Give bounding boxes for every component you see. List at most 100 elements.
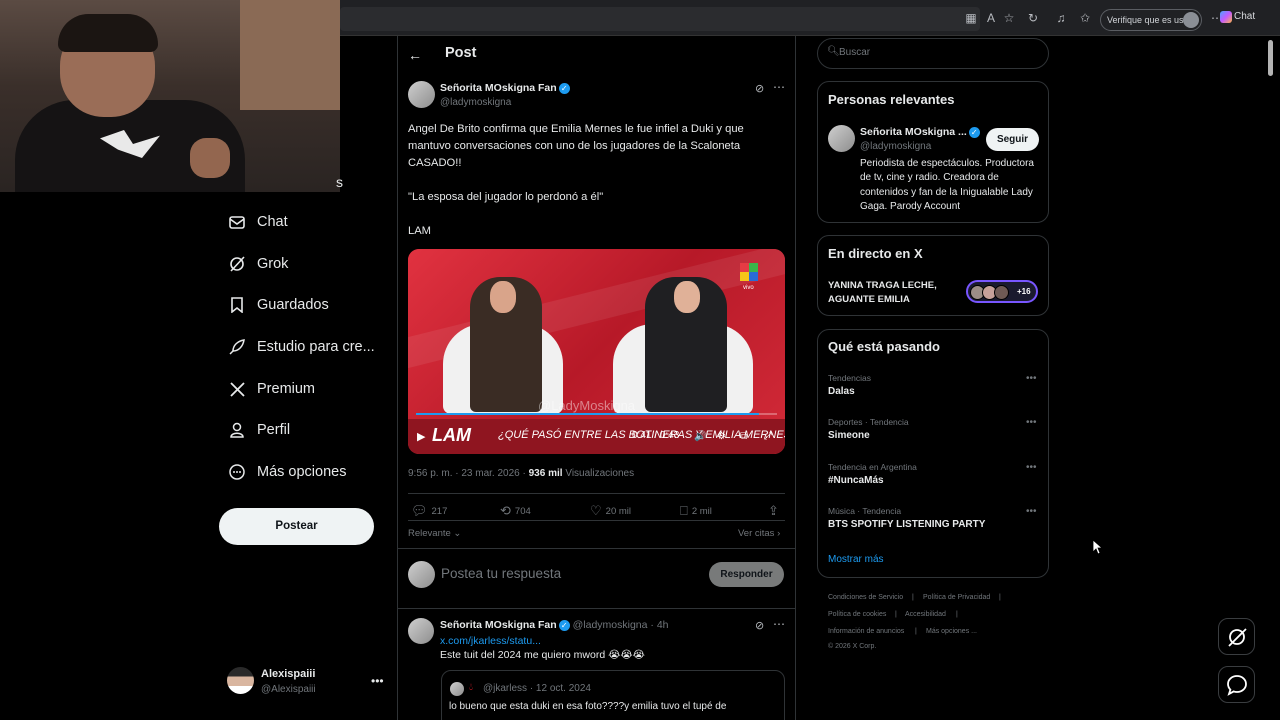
trending-card <box>817 329 1049 578</box>
footer-separator: | <box>912 594 914 601</box>
profile-verify-button[interactable]: Verifique que es usted <box>1100 9 1202 31</box>
account-avatar[interactable] <box>227 667 254 694</box>
search-icon: 🔍︎ <box>827 46 840 57</box>
video-watermark: @LadyMoskigna <box>538 398 636 413</box>
footer-link[interactable]: Más opciones ... <box>926 628 977 635</box>
quoted-tweet[interactable] <box>441 670 785 720</box>
reply-action[interactable]: 💬︎ 217 <box>411 503 447 519</box>
tweet-more-icon[interactable]: ⋯ <box>773 80 785 94</box>
rocket-icon <box>228 338 246 356</box>
nav-item-chat[interactable]: Chat <box>228 210 288 234</box>
relevant-avatar[interactable] <box>828 125 855 152</box>
post-button[interactable]: Postear <box>219 508 374 545</box>
trend-more-icon[interactable]: ••• <box>1026 417 1037 428</box>
account-more-icon[interactable]: ••• <box>371 674 384 688</box>
author-handle[interactable]: @ladymoskigna <box>440 97 511 108</box>
like-action[interactable]: ♡ 20 mil <box>590 503 631 519</box>
footer-link[interactable]: Política de cookies <box>828 611 886 618</box>
address-bar[interactable] <box>340 7 980 31</box>
profile-avatar <box>1183 12 1199 28</box>
live-title: En directo en X <box>828 246 923 261</box>
live-space-title[interactable]: YANINA TRAGA LECHE, AGUANTE EMILIA <box>828 279 968 307</box>
grok-explain-icon[interactable]: ⊘ <box>755 619 764 632</box>
participant-avatar <box>994 285 1009 300</box>
nav-item-mas-opciones[interactable]: Más opciones <box>228 460 346 484</box>
bookmark-icon: ⎕ <box>680 503 688 518</box>
share-action[interactable]: ⇪ <box>768 503 783 519</box>
fullscreen-icon[interactable]: ⤢ <box>764 431 772 442</box>
footer-link[interactable]: Política de Privacidad <box>923 594 990 601</box>
repost-action[interactable]: ⟲ 704 <box>500 503 531 519</box>
messages-float-button[interactable] <box>1218 666 1255 703</box>
nav-item-estudio[interactable]: Estudio para cre... <box>228 335 375 359</box>
play-icon[interactable]: ▶ <box>417 430 425 443</box>
show-logo: LAM <box>432 425 471 445</box>
trend-more-icon[interactable]: ••• <box>1026 462 1037 473</box>
sort-dropdown[interactable]: Relevante ⌄ <box>408 528 461 539</box>
video-player[interactable]: vivo @LadyMoskigna LAM ¿QUÉ PASÓ ENTRE L… <box>408 249 785 454</box>
channel-logo-icon <box>740 263 758 281</box>
author-name[interactable]: Señorita MOskigna Fan <box>440 619 557 631</box>
tweet-paragraph: "La esposa del jugador lo perdonó a él" <box>408 191 604 203</box>
trend-category: Música · Tendencia <box>828 506 902 516</box>
trend-name[interactable]: BTS SPOTIFY LISTENING PARTY <box>828 519 985 530</box>
grok-explain-icon[interactable]: ⊘ <box>755 82 764 95</box>
tweet-text: Angel De Brito confirma que Emilia Merne… <box>408 121 788 257</box>
favorite-star-icon[interactable]: ☆ <box>1002 11 1016 25</box>
music-extension-icon[interactable]: ♫ <box>1054 11 1068 25</box>
page-title: Post <box>445 45 477 61</box>
trend-name[interactable]: Dalas <box>828 386 855 397</box>
chevron-down-icon: ⌄ <box>453 528 462 539</box>
apps-icon[interactable]: ▦ <box>964 11 978 25</box>
footer-link[interactable]: Accesibilidad <box>905 611 946 618</box>
favorites-icon[interactable]: ✩ <box>1078 11 1092 25</box>
nav-item-guardados[interactable]: Guardados <box>228 293 329 317</box>
author-avatar[interactable] <box>408 81 435 108</box>
trend-more-icon[interactable]: ••• <box>1026 506 1037 517</box>
author-handle[interactable]: @ladymoskigna · 4h <box>573 619 669 631</box>
relevant-handle[interactable]: @ladymoskigna <box>860 141 931 152</box>
author-avatar[interactable] <box>408 618 434 644</box>
nav-item-premium[interactable]: Premium <box>228 377 315 401</box>
read-aloud-icon[interactable]: A <box>984 11 998 25</box>
account-name[interactable]: Alexispaiii <box>261 668 315 680</box>
trend-name[interactable]: Simeone <box>828 430 870 441</box>
refresh-extension-icon[interactable]: ↻ <box>1026 11 1040 25</box>
nav-item-perfil[interactable]: Perfil <box>228 418 290 442</box>
pip-icon[interactable]: ⧉ <box>740 431 747 442</box>
grok-icon <box>1227 627 1247 647</box>
settings-gear-icon[interactable]: ⚙ <box>717 431 726 442</box>
trend-category: Deportes · Tendencia <box>828 417 909 427</box>
trend-name[interactable]: #NuncaMás <box>828 475 884 486</box>
copilot-icon <box>1220 11 1232 23</box>
relevant-name[interactable]: Señorita MOskigna ... ✓ <box>860 126 980 138</box>
volume-icon[interactable]: 🔊 <box>694 431 706 442</box>
trend-category: Tendencias <box>828 373 872 383</box>
tweet-more-icon[interactable]: ⋯ <box>773 617 785 631</box>
nav-partial-label: s <box>336 174 343 190</box>
copilot-button[interactable]: Chat <box>1220 11 1255 23</box>
show-more-link[interactable]: Mostrar más <box>828 554 884 565</box>
back-arrow-icon[interactable]: ← <box>408 47 422 63</box>
nav-label: Perfil <box>257 422 291 438</box>
nav-label: Estudio para cre... <box>257 339 375 355</box>
footer-link[interactable]: Información de anuncios <box>828 628 904 635</box>
author-name[interactable]: Señorita MOskigna Fan ✓ <box>440 82 570 94</box>
tweet-timestamp[interactable]: 9:56 p. m. · 23 mar. 2026 · <box>408 468 526 479</box>
tweet-link[interactable]: x.com/jkarless/statu... <box>440 635 541 647</box>
reply-input[interactable]: Postea tu respuesta <box>441 566 561 581</box>
more-circle-icon <box>228 463 246 481</box>
copyright: © 2026 X Corp. <box>828 643 877 650</box>
trend-more-icon[interactable]: ••• <box>1026 373 1037 384</box>
verified-badge-icon: ✓ <box>558 82 570 94</box>
footer-link[interactable]: Condiciones de Servicio <box>828 594 903 601</box>
search-input[interactable]: Buscar <box>839 47 870 58</box>
nav-item-grok[interactable]: Grok <box>228 252 288 276</box>
bookmark-action[interactable]: ⎕ 2 mil <box>680 503 712 519</box>
reply-button[interactable]: Responder <box>709 562 784 587</box>
footer-separator: | <box>915 628 917 635</box>
scrollbar-thumb[interactable] <box>1268 40 1273 76</box>
follow-button[interactable]: Seguir <box>986 128 1039 151</box>
view-quotes-link[interactable]: Ver citas › <box>738 528 780 539</box>
grok-float-button[interactable] <box>1218 618 1255 655</box>
